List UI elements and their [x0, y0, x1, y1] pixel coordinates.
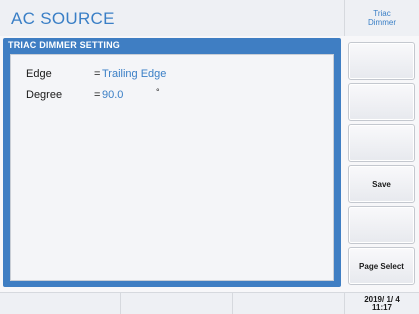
degree-value[interactable]: 90.0 — [102, 89, 123, 101]
panel-title: TRIAC DIMMER SETTING — [8, 40, 120, 50]
date-time-display: 2019/ 1/ 4 11:17 — [344, 292, 419, 314]
setting-label: Edge — [26, 68, 52, 80]
status-cell-1 — [0, 293, 121, 314]
status-cell-2 — [121, 293, 233, 314]
mode-label-line2: Dimmer — [368, 18, 396, 27]
setting-label: Degree — [26, 89, 63, 101]
equals-sign: = — [94, 68, 101, 80]
softkey-3[interactable] — [348, 124, 415, 162]
app-title: AC SOURCE — [11, 9, 115, 28]
status-cell-3 — [233, 293, 344, 314]
status-bar — [0, 292, 344, 314]
mode-indicator: Triac Dimmer — [344, 0, 419, 36]
softkey-1[interactable] — [348, 42, 415, 80]
page-select-label: Page Select — [359, 262, 404, 271]
edge-value[interactable]: Trailing Edge — [102, 68, 166, 80]
time-text: 11:17 — [371, 303, 393, 312]
save-button-label: Save — [372, 180, 391, 189]
mode-label-line1: Triac — [373, 9, 391, 18]
settings-panel: TRIAC DIMMER SETTING — [3, 38, 341, 287]
degree-unit: ° — [156, 87, 160, 97]
title-bar: AC SOURCE — [0, 0, 344, 36]
save-button[interactable]: Save — [348, 165, 415, 203]
softkey-5[interactable] — [348, 206, 415, 244]
equals-sign: = — [94, 89, 101, 101]
page-select-button[interactable]: Page Select — [348, 247, 415, 285]
softkey-2[interactable] — [348, 83, 415, 121]
